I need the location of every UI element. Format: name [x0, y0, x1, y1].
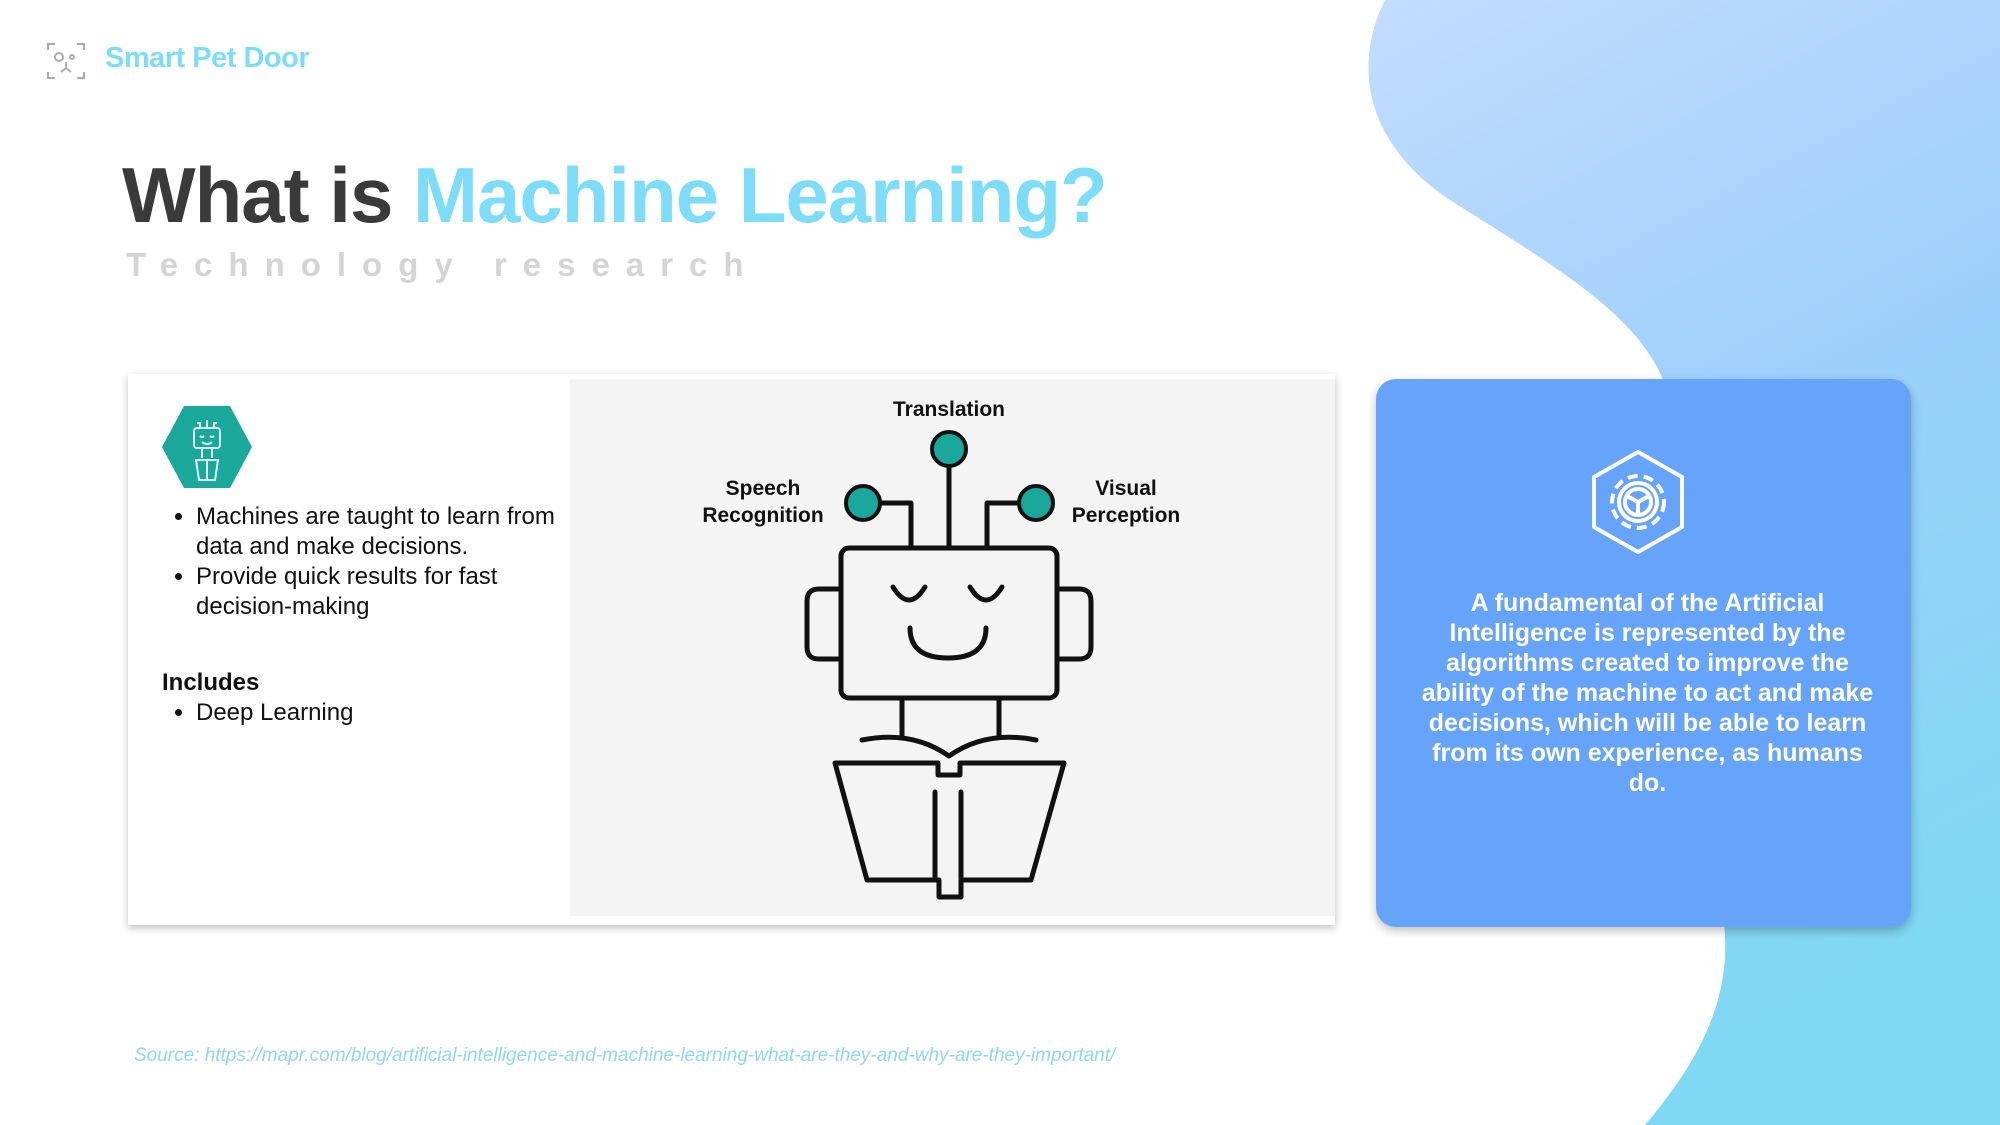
book-spine: [932, 789, 964, 881]
robot-head: [838, 545, 1060, 701]
label-line: Perception: [1071, 504, 1181, 527]
ai-definition-text: A fundamental of the Artificial Intellig…: [1421, 589, 1874, 797]
robot-mouth: [907, 625, 989, 661]
robot-neck: [899, 695, 1002, 739]
label-translation: Translation: [892, 398, 1006, 421]
speech-node: [844, 484, 882, 522]
robot-left-eye: [890, 584, 928, 603]
robot-right-ear: [1054, 586, 1094, 662]
book-body: [832, 760, 1067, 900]
label-line: Speech: [725, 477, 801, 500]
label-visual-perception: Visual Perception: [1046, 475, 1206, 529]
book-top: [859, 734, 1039, 759]
gear-hexagon-icon: [1592, 450, 1684, 554]
label-speech-recognition: Speech Recognition: [683, 475, 843, 529]
robot-right-eye: [967, 584, 1005, 603]
source-link[interactable]: Source: https://mapr.com/blog/artificial…: [134, 1045, 1115, 1067]
label-line: Recognition: [702, 504, 824, 527]
antenna-right: [984, 500, 1022, 551]
label-line: Visual: [1095, 477, 1157, 500]
antenna-left: [877, 500, 914, 551]
translation-node: [930, 430, 968, 468]
robot-left-ear: [804, 586, 844, 662]
